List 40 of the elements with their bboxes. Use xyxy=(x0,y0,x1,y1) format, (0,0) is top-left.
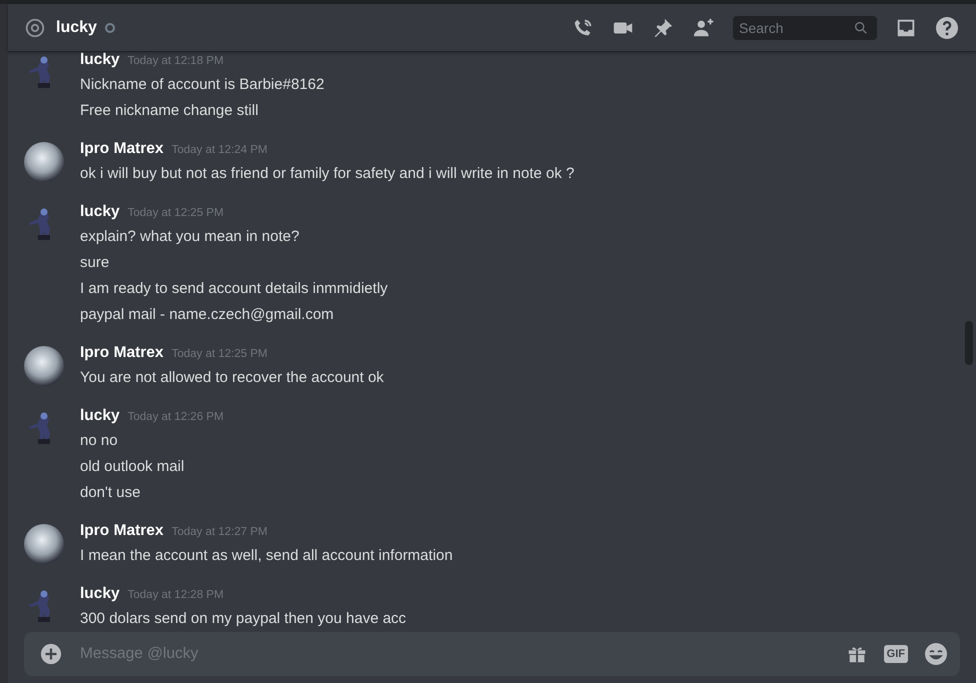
scrollbar-thumb[interactable] xyxy=(965,321,973,365)
message-text: old outlook mail xyxy=(80,457,186,477)
gif-button[interactable]: GIF xyxy=(884,645,908,663)
avatar[interactable] xyxy=(24,524,64,564)
pin-icon[interactable] xyxy=(652,16,674,38)
author-name[interactable]: lucky xyxy=(80,51,120,69)
author-name[interactable]: Ipro Matrex xyxy=(80,522,164,540)
message-text: 300 dolars send on my paypal then you have acc xyxy=(80,609,406,628)
search-field[interactable]: Search xyxy=(733,16,877,40)
timestamp: Today at 12:28 PM xyxy=(128,589,224,601)
author-name[interactable]: lucky xyxy=(80,407,120,425)
message-text: paypal mail - name.czech@gmail.com xyxy=(80,305,335,325)
channel-name: lucky xyxy=(56,18,97,36)
avatar[interactable] xyxy=(24,142,64,182)
message-text: You are not allowed to recover the account ok xyxy=(80,368,384,388)
timestamp: Today at 12:25 PM xyxy=(128,207,224,219)
add-friend-icon[interactable] xyxy=(692,16,716,38)
message-text: explain? what you mean in note? xyxy=(80,227,300,247)
message-text: Free nickname change still xyxy=(80,101,260,121)
timestamp: Today at 12:27 PM xyxy=(172,526,268,538)
avatar[interactable] xyxy=(24,346,64,386)
message-text: Nickname of account is Barbie#8162 xyxy=(80,75,324,95)
author-name[interactable]: Ipro Matrex xyxy=(80,344,164,362)
message-text: no no xyxy=(80,431,119,451)
timestamp: Today at 12:25 PM xyxy=(172,348,268,360)
timestamp: Today at 12:26 PM xyxy=(128,411,224,423)
author-name[interactable]: Ipro Matrex xyxy=(80,140,164,158)
message-text: ok i will buy but not as friend or family for safety and i will write in note ok ? xyxy=(80,164,574,184)
add-icon[interactable] xyxy=(40,643,62,665)
timestamp: Today at 12:24 PM xyxy=(172,144,268,156)
search-icon xyxy=(853,20,869,36)
message-text: I mean the account as well, send all account information xyxy=(80,546,453,566)
author-name[interactable]: lucky xyxy=(80,203,120,221)
help-icon[interactable] xyxy=(935,16,959,40)
author-name[interactable]: lucky xyxy=(80,585,120,603)
message-text: don't use xyxy=(80,483,142,503)
timestamp: Today at 12:18 PM xyxy=(128,55,224,67)
smiley-icon[interactable] xyxy=(924,642,948,666)
message-text: sure xyxy=(80,253,110,273)
message-text: I am ready to send account details inmmidietly xyxy=(80,279,388,299)
